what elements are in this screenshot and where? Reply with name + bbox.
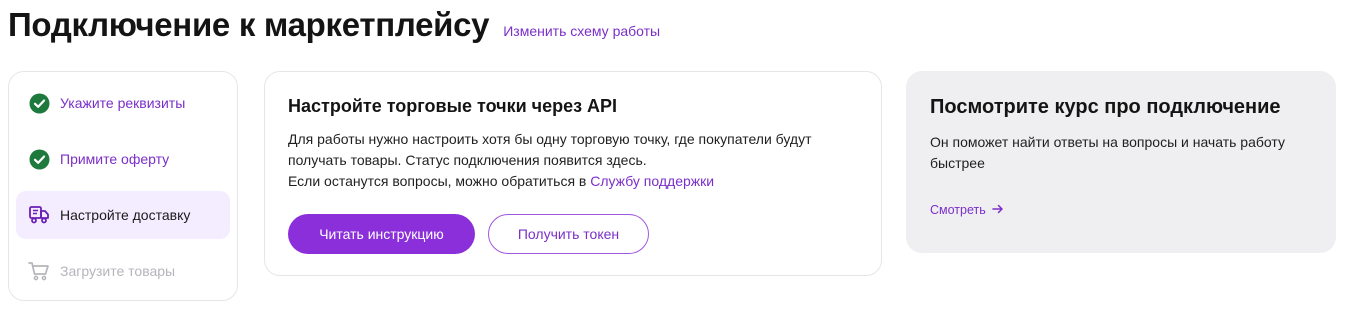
step-requisites[interactable]: Укажите реквизиты bbox=[16, 79, 230, 127]
description-line: Если останутся вопросы, можно обратиться… bbox=[288, 171, 858, 192]
check-circle-icon bbox=[28, 92, 50, 114]
description-line: получать товары. Статус подключения появ… bbox=[288, 152, 647, 168]
course-description: Он поможет найти ответы на вопросы и нач… bbox=[930, 134, 1285, 171]
delivery-truck-icon bbox=[28, 204, 50, 226]
step-label: Настройте доставку bbox=[60, 207, 191, 223]
step-offer[interactable]: Примите оферту bbox=[16, 135, 230, 183]
support-link[interactable]: Службу поддержки bbox=[590, 173, 714, 189]
check-circle-icon bbox=[28, 148, 50, 170]
page-header: Подключение к маркетплейсу Изменить схем… bbox=[8, 6, 660, 44]
read-instruction-button[interactable]: Читать инструкцию bbox=[288, 214, 475, 254]
step-delivery[interactable]: Настройте доставку bbox=[16, 191, 230, 239]
course-card: Посмотрите курс про подключение Он помож… bbox=[906, 71, 1336, 253]
course-title: Посмотрите курс про подключение bbox=[930, 96, 1281, 118]
step-label: Укажите реквизиты bbox=[60, 95, 186, 111]
page-title: Подключение к маркетплейсу bbox=[8, 6, 490, 43]
step-products[interactable]: Загрузите товары bbox=[16, 247, 230, 295]
button-row: Читать инструкцию Получить токен bbox=[288, 214, 858, 254]
arrow-right-icon bbox=[992, 202, 1004, 217]
watch-link-label: Смотреть bbox=[930, 202, 986, 217]
step-label: Загрузите товары bbox=[60, 263, 176, 279]
watch-course-link[interactable]: Смотреть bbox=[930, 202, 1312, 217]
change-scheme-link[interactable]: Изменить схему работы bbox=[503, 23, 660, 39]
card-description: Для работы нужно настроить хотя бы одну … bbox=[288, 129, 858, 192]
api-setup-card: Настройте торговые точки через API Для р… bbox=[264, 71, 882, 276]
onboarding-steps: Укажите реквизиты Примите оферту Настрой… bbox=[8, 71, 238, 301]
cart-icon bbox=[28, 260, 50, 282]
get-token-button[interactable]: Получить токен bbox=[488, 214, 649, 254]
step-label: Примите оферту bbox=[60, 151, 170, 167]
card-title: Настройте торговые точки через API bbox=[288, 96, 618, 116]
description-line: Для работы нужно настроить хотя бы одну … bbox=[288, 131, 812, 147]
support-prefix: Если останутся вопросы, можно обратиться… bbox=[288, 173, 591, 189]
